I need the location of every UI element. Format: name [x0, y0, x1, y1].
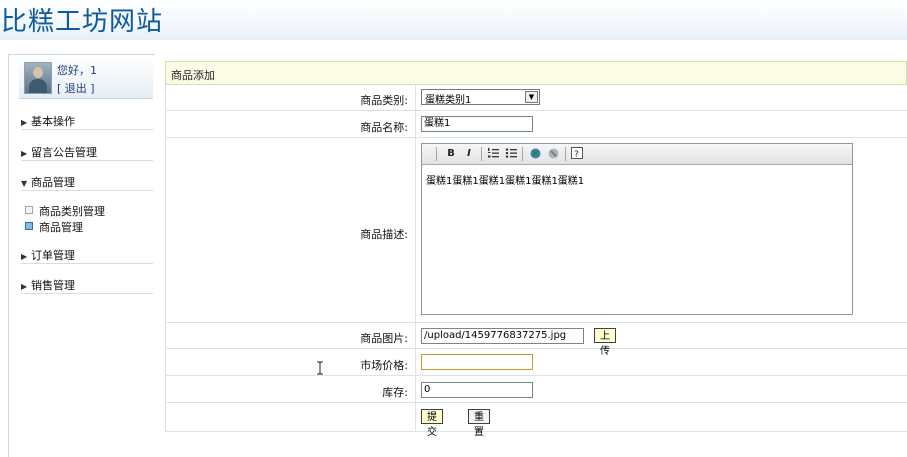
image-label: 商品图片: — [360, 332, 408, 345]
reset-button[interactable]: 重置 — [468, 409, 490, 438]
row-stock: 库存: 0 — [165, 376, 907, 403]
category-select[interactable]: 蛋糕类别1 ▼ — [421, 89, 540, 106]
panel-header: 商品添加 — [165, 61, 907, 85]
upload-button[interactable]: 上传 — [594, 328, 616, 357]
chevron-down-icon: ▼ — [21, 179, 28, 188]
name-input[interactable]: 蛋糕1 — [421, 116, 533, 132]
submit-button[interactable]: 提交 — [421, 409, 443, 438]
nav-sub-goods[interactable]: 商品管理 — [25, 219, 83, 235]
row-price: 市场价格: — [165, 349, 907, 376]
bullet-icon — [25, 222, 33, 230]
row-image: 商品图片: /upload/1459776837275.jpg 上传 — [165, 323, 907, 357]
italic-button[interactable]: I — [462, 147, 476, 161]
panel-title: 商品添加 — [171, 69, 215, 82]
unlink-icon[interactable] — [546, 147, 560, 161]
dropdown-arrow-icon: ▼ — [525, 91, 538, 103]
row-category: 商品类别: 蛋糕类别1 ▼ — [165, 85, 907, 111]
help-icon[interactable]: ? — [570, 147, 584, 161]
price-label: 市场价格: — [360, 359, 408, 372]
row-name: 商品名称: 蛋糕1 — [165, 111, 907, 138]
stock-label: 库存: — [382, 386, 408, 399]
nav-notice[interactable]: ▶ 留言公告管理 — [21, 144, 153, 161]
sidebar: 您好，1 [ 退出 ] ▶ 基本操作 ▶ 留言公告管理 ▼ 商品管理 商品类别管理 商… — [8, 54, 155, 457]
chevron-right-icon: ▶ — [21, 149, 28, 158]
price-input[interactable] — [421, 354, 533, 370]
row-description: 商品描述: B I ? 蛋糕1蛋糕1蛋糕1蛋糕1蛋糕1蛋糕1 — [165, 138, 907, 323]
avatar — [24, 62, 52, 94]
bold-button[interactable]: B — [444, 147, 458, 161]
logout-link[interactable]: [ 退出 ] — [57, 80, 95, 96]
unordered-list-icon[interactable] — [504, 147, 518, 161]
rich-text-editor[interactable]: B I ? 蛋糕1蛋糕1蛋糕1蛋糕1蛋糕1蛋糕1 — [421, 143, 853, 315]
stock-input[interactable]: 0 — [421, 382, 533, 398]
user-greeting: 您好，1 — [57, 64, 97, 77]
chevron-right-icon: ▶ — [21, 252, 28, 261]
editor-toolbar: B I ? — [422, 144, 852, 165]
svg-text:?: ? — [574, 150, 579, 159]
nav-basic[interactable]: ▶ 基本操作 — [21, 113, 153, 130]
nav-orders[interactable]: ▶ 订单管理 — [21, 247, 153, 264]
description-label: 商品描述: — [360, 228, 408, 241]
chevron-right-icon: ▶ — [21, 282, 28, 291]
nav-sales[interactable]: ▶ 销售管理 — [21, 277, 153, 294]
nav-goods[interactable]: ▼ 商品管理 — [21, 174, 153, 191]
category-label: 商品类别: — [360, 94, 408, 107]
nav-sub-category[interactable]: 商品类别管理 — [25, 203, 105, 219]
user-box: 您好，1 [ 退出 ] — [19, 58, 153, 99]
row-actions: 提交 重置 — [165, 403, 907, 438]
image-path-input[interactable]: /upload/1459776837275.jpg — [421, 328, 584, 344]
site-title: 比糕工坊网站 — [1, 7, 164, 37]
page-header: 比糕工坊网站 — [0, 0, 907, 40]
name-label: 商品名称: — [360, 121, 408, 134]
link-icon[interactable] — [528, 147, 542, 161]
editor-content: 蛋糕1蛋糕1蛋糕1蛋糕1蛋糕1蛋糕1 — [426, 176, 585, 187]
bullet-icon — [25, 206, 33, 214]
text-cursor-icon — [317, 361, 323, 375]
ordered-list-icon[interactable] — [486, 147, 500, 161]
chevron-right-icon: ▶ — [21, 118, 28, 127]
